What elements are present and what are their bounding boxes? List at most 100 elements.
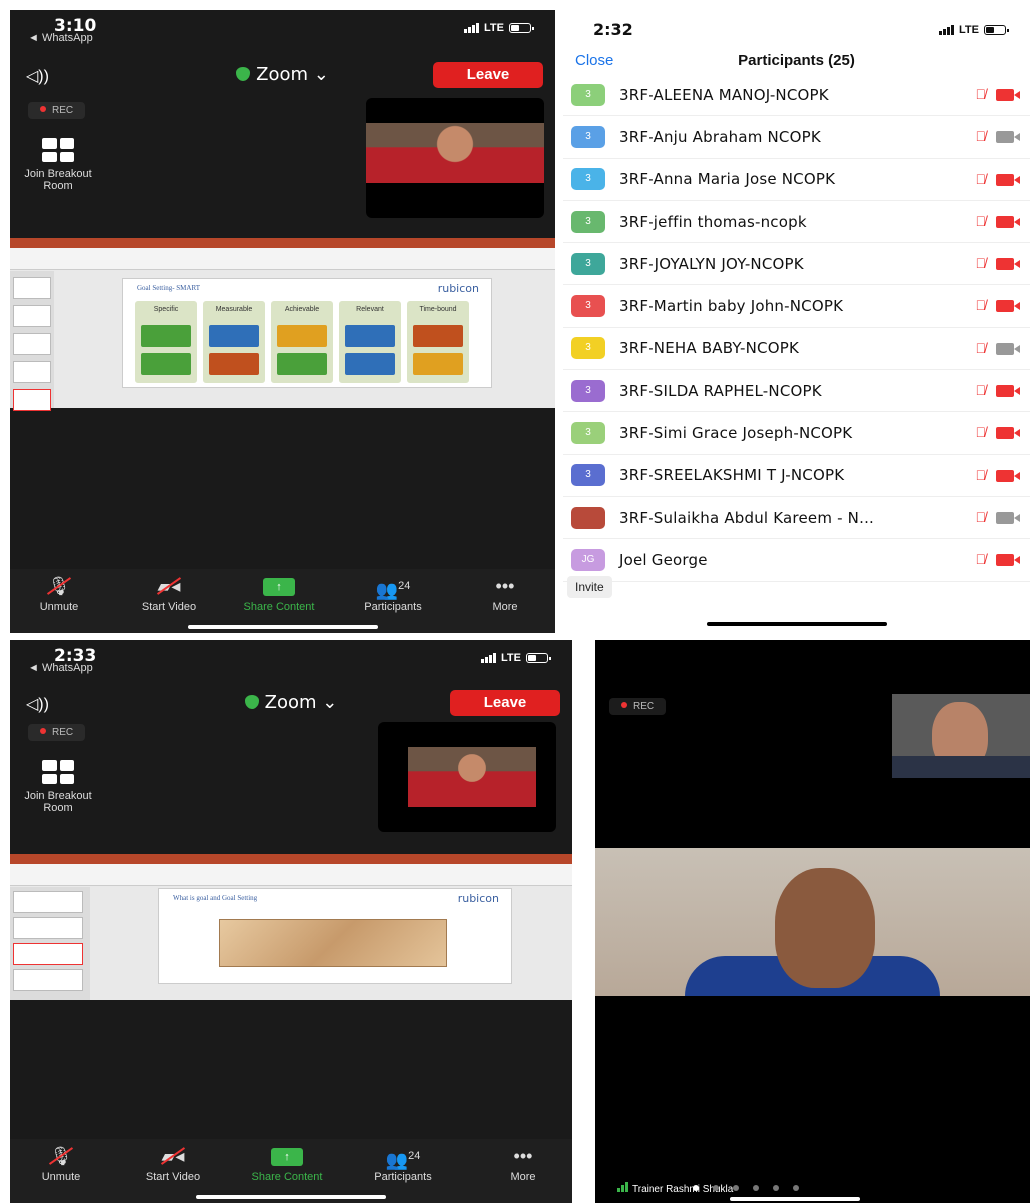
participant-name: Joel George [619,550,708,569]
video-status-icon [996,511,1020,524]
participant-name: 3RF-Martin baby John-NCOPK [619,297,844,316]
invite-button[interactable]: Invite [567,576,612,598]
participant-name: 3RF-SREELAKSHMI T J-NCOPK [619,466,845,485]
recording-badge: REC [609,698,667,715]
smart-column: Achievable [271,301,333,383]
participants-icon: 👥 [375,580,399,600]
slide-canvas: Goal Setting- SMART rubicon Specific Mea… [122,278,492,388]
signal-status: LTE [464,22,534,34]
video-status-icon [996,427,1020,440]
participant-row[interactable]: 3 3RF-ALEENA MANOJ-NCOPK 🎙̸ [563,74,1030,117]
recording-badge: REC [28,724,86,741]
slide-canvas: What is goal and Goal Setting rubicon [158,888,512,984]
network-label: LTE [501,652,521,664]
self-video-thumbnail[interactable] [378,722,556,832]
participant-row[interactable]: 3 3RF-NEHA BABY-NCOPK 🎙̸ [563,328,1030,371]
unmute-button[interactable]: 🎙 Unmute [10,575,114,613]
speaker-face [775,868,875,988]
back-to-whatsapp-link[interactable]: ◄ WhatsApp [28,662,93,674]
slide-thumbnails [10,271,54,411]
participant-name: 3RF-Anju Abraham NCOPK [619,127,821,146]
participants-button[interactable]: 👥24 Participants [348,1145,458,1183]
participant-list: 3 3RF-ALEENA MANOJ-NCOPK 🎙̸ 3 3RF-Anju Abrah… [563,74,1030,582]
battery-icon [984,25,1009,35]
more-button[interactable]: ••• More [468,1145,572,1183]
status-bar: 3:10 ◄ WhatsApp LTE [10,10,555,50]
participant-row[interactable]: 3 3RF-Anju Abraham NCOPK 🎙̸ [563,116,1030,159]
ppt-ribbon [10,238,555,248]
participants-icon: 👥 [385,1150,409,1170]
muted-mic-icon: 🎙̸ [975,424,987,441]
recording-badge: REC [28,102,86,119]
video-off-icon: ▰◂ [157,576,181,596]
share-arrow-icon: ↑ [263,578,295,597]
participant-video-thumbnail[interactable] [892,694,1030,778]
more-dots-icon: ••• [495,576,515,596]
meeting-toolbar: 🎙 Unmute ▰◂ Start Video ↑ Share Content 👥24… [10,1139,572,1203]
video-status-icon [996,342,1020,355]
trainer-gallery-screen: REC Trainer Rashmi Shukla [595,640,1030,1203]
participant-row[interactable]: 3 3RF-Martin baby John-NCOPK 🎙̸ [563,285,1030,328]
participants-screen: 2:32 LTE Close Participants (25) 3 3RF-AL… [563,10,1030,633]
video-status-icon [996,469,1020,482]
home-indicator [730,1197,860,1201]
unmute-button[interactable]: 🎙 Unmute [10,1145,116,1183]
ppt-toolbar [10,248,555,270]
participant-row[interactable]: 3RF-Sulaikha Abdul Kareem - N... 🎙̸ [563,497,1030,540]
participant-row[interactable]: 3 3RF-SREELAKSHMI T J-NCOPK 🎙̸ [563,455,1030,497]
participant-row[interactable]: 3 3RF-JOYALYN JOY-NCOPK 🎙̸ [563,243,1030,286]
breakout-room-icon [42,760,74,784]
back-to-whatsapp-link[interactable]: ◄ WhatsApp [28,32,93,44]
avatar: 3 [571,295,605,318]
page-indicator[interactable] [693,1185,799,1191]
avatar: 3 [571,422,605,445]
muted-mic-icon: 🎙̸ [975,128,987,145]
smart-column: Measurable [203,301,265,383]
participant-video [408,747,536,807]
recording-dot-icon [40,106,46,112]
participant-row[interactable]: 3 3RF-jeffin thomas-ncopk 🎙̸ [563,201,1030,244]
participant-row[interactable]: 3 3RF-SILDA RAPHEL-NCOPK 🎙̸ [563,370,1030,413]
participant-row[interactable]: JG Joel George 🎙̸ [563,539,1030,582]
rubicon-logo: rubicon [437,282,479,295]
video-off-icon: ▰◂ [161,1146,185,1166]
muted-mic-icon: 🎙̸ [975,466,987,483]
video-status-icon [996,300,1020,313]
meeting-toolbar: 🎙 Unmute ▰◂ Start Video ↑ Share Content 👥24… [10,569,555,633]
clock: 2:32 [593,20,633,39]
start-video-button[interactable]: ▰◂ Start Video [118,1145,228,1183]
join-breakout-room-button[interactable]: Join Breakout Room [18,138,98,192]
self-video-thumbnail[interactable] [366,98,544,218]
encryption-shield-icon [236,67,251,81]
leave-button[interactable]: Leave [433,62,543,88]
participant-row[interactable]: 3 3RF-Anna Maria Jose NCOPK 🎙̸ [563,159,1030,201]
more-button[interactable]: ••• More [450,575,555,613]
avatar: JG [571,548,605,571]
shared-screen: Goal Setting- SMART rubicon Specific Mea… [10,238,555,411]
avatar: 3 [571,210,605,233]
leave-button[interactable]: Leave [450,690,560,716]
muted-mic-icon: 🎙̸ [975,551,987,568]
encryption-shield-icon [244,695,259,709]
participants-button[interactable]: 👥24 Participants [338,575,448,613]
participants-title: Participants (25) [738,52,855,69]
share-content-button[interactable]: ↑ Share Content [232,1145,342,1183]
muted-mic-icon: 🎙̸ [975,382,987,399]
participant-row[interactable]: 3 3RF-Simi Grace Joseph-NCOPK 🎙̸ [563,412,1030,455]
video-status-icon [996,258,1020,271]
active-speaker-video[interactable] [595,848,1030,996]
muted-mic-icon: 🎙̸ [975,508,987,525]
share-arrow-icon: ↑ [271,1148,303,1167]
participant-name: 3RF-Anna Maria Jose NCOPK [619,170,836,189]
slide-thumbnails [10,887,90,1000]
start-video-button[interactable]: ▰◂ Start Video [114,575,224,613]
meeting-header: ◁)) Zoom ⌄ Leave [10,62,555,92]
smart-column: Time-bound [407,301,469,383]
avatar: 3 [571,337,605,360]
signal-icon [464,23,480,33]
join-breakout-room-button[interactable]: Join Breakout Room [18,760,98,814]
video-status-icon [996,385,1020,398]
more-dots-icon: ••• [513,1146,533,1166]
meeting-header: ◁)) Zoom ⌄ Leave [10,690,572,720]
share-content-button[interactable]: ↑ Share Content [224,575,334,613]
